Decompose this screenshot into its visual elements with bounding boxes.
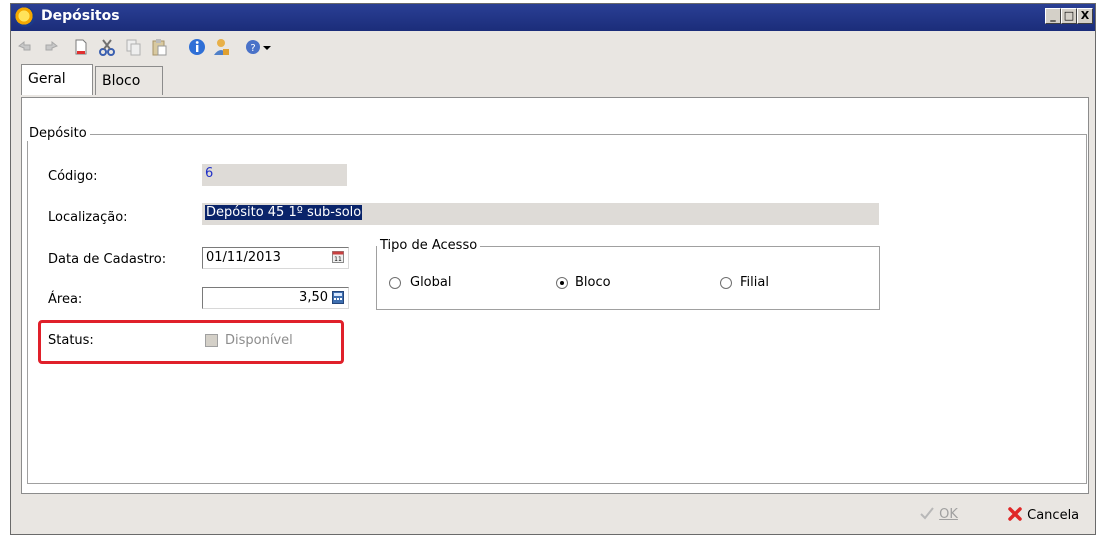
copy-icon[interactable] — [123, 37, 143, 57]
radio-filial[interactable] — [720, 277, 732, 289]
codigo-label: Código: — [48, 169, 98, 184]
undo-icon[interactable] — [15, 37, 35, 57]
status-highlight-box — [38, 320, 344, 364]
cancel-button[interactable]: Cancela — [1007, 506, 1079, 523]
new-document-icon[interactable] — [71, 37, 91, 57]
data-cadastro-value: 01/11/2013 — [206, 250, 281, 265]
toolbar: ? — [11, 32, 1095, 62]
radio-global[interactable] — [389, 277, 401, 289]
ok-label: OK — [939, 507, 958, 522]
codigo-field[interactable]: 6 — [202, 164, 347, 186]
footer-bar: OK Cancela — [11, 494, 1095, 534]
title-bar[interactable]: Depósitos _ □ X — [11, 4, 1095, 31]
localizacao-field[interactable]: Depósito 45 1º sub-solo — [202, 203, 879, 225]
data-cadastro-field[interactable]: 01/11/2013 11 — [202, 247, 349, 269]
radio-bloco[interactable] — [556, 277, 568, 289]
checkmark-icon — [920, 507, 934, 520]
area-label: Área: — [48, 292, 83, 307]
tipo-acesso-legend: Tipo de Acesso — [377, 238, 481, 253]
localizacao-value: Depósito 45 1º sub-solo — [205, 205, 363, 220]
radio-global-label: Global — [410, 275, 452, 290]
help-icon[interactable]: ? — [243, 37, 263, 57]
localizacao-label: Localização: — [48, 210, 128, 225]
data-cadastro-label: Data de Cadastro: — [48, 252, 167, 267]
cut-icon[interactable] — [97, 37, 117, 57]
redo-icon[interactable] — [41, 37, 61, 57]
tipo-acesso-groupbox: Tipo de Acesso — [376, 238, 880, 310]
close-button[interactable]: X — [1077, 8, 1093, 24]
paste-icon[interactable] — [149, 37, 169, 57]
minimize-button[interactable]: _ — [1045, 8, 1061, 24]
maximize-button[interactable]: □ — [1061, 8, 1077, 24]
red-x-icon — [1008, 507, 1022, 521]
app-icon — [15, 7, 35, 27]
radio-filial-label: Filial — [740, 275, 769, 290]
area-value: 3,50 — [299, 290, 328, 305]
calculator-icon[interactable] — [332, 291, 344, 304]
tab-bloco[interactable]: Bloco — [95, 66, 163, 95]
deposito-legend: Depósito — [26, 126, 90, 141]
calendar-icon[interactable]: 11 — [332, 251, 344, 263]
svg-text:?: ? — [250, 43, 255, 54]
dropdown-arrow-icon[interactable] — [261, 37, 273, 57]
info-icon[interactable] — [187, 37, 207, 57]
svg-text:11: 11 — [334, 256, 342, 263]
user-icon[interactable] — [211, 37, 231, 57]
cancel-label: Cancela — [1027, 508, 1080, 523]
ok-button[interactable]: OK — [919, 506, 958, 522]
tab-panel: Depósito Código: 6 Localização: Depósito… — [21, 97, 1089, 494]
window-title: Depósitos — [41, 8, 120, 24]
tab-geral[interactable]: Geral — [21, 64, 93, 95]
area-field[interactable]: 3,50 — [202, 287, 349, 309]
depositos-window: Depósitos _ □ X ? Geral Bloco Depósito C… — [10, 3, 1096, 535]
radio-bloco-label: Bloco — [575, 275, 611, 290]
